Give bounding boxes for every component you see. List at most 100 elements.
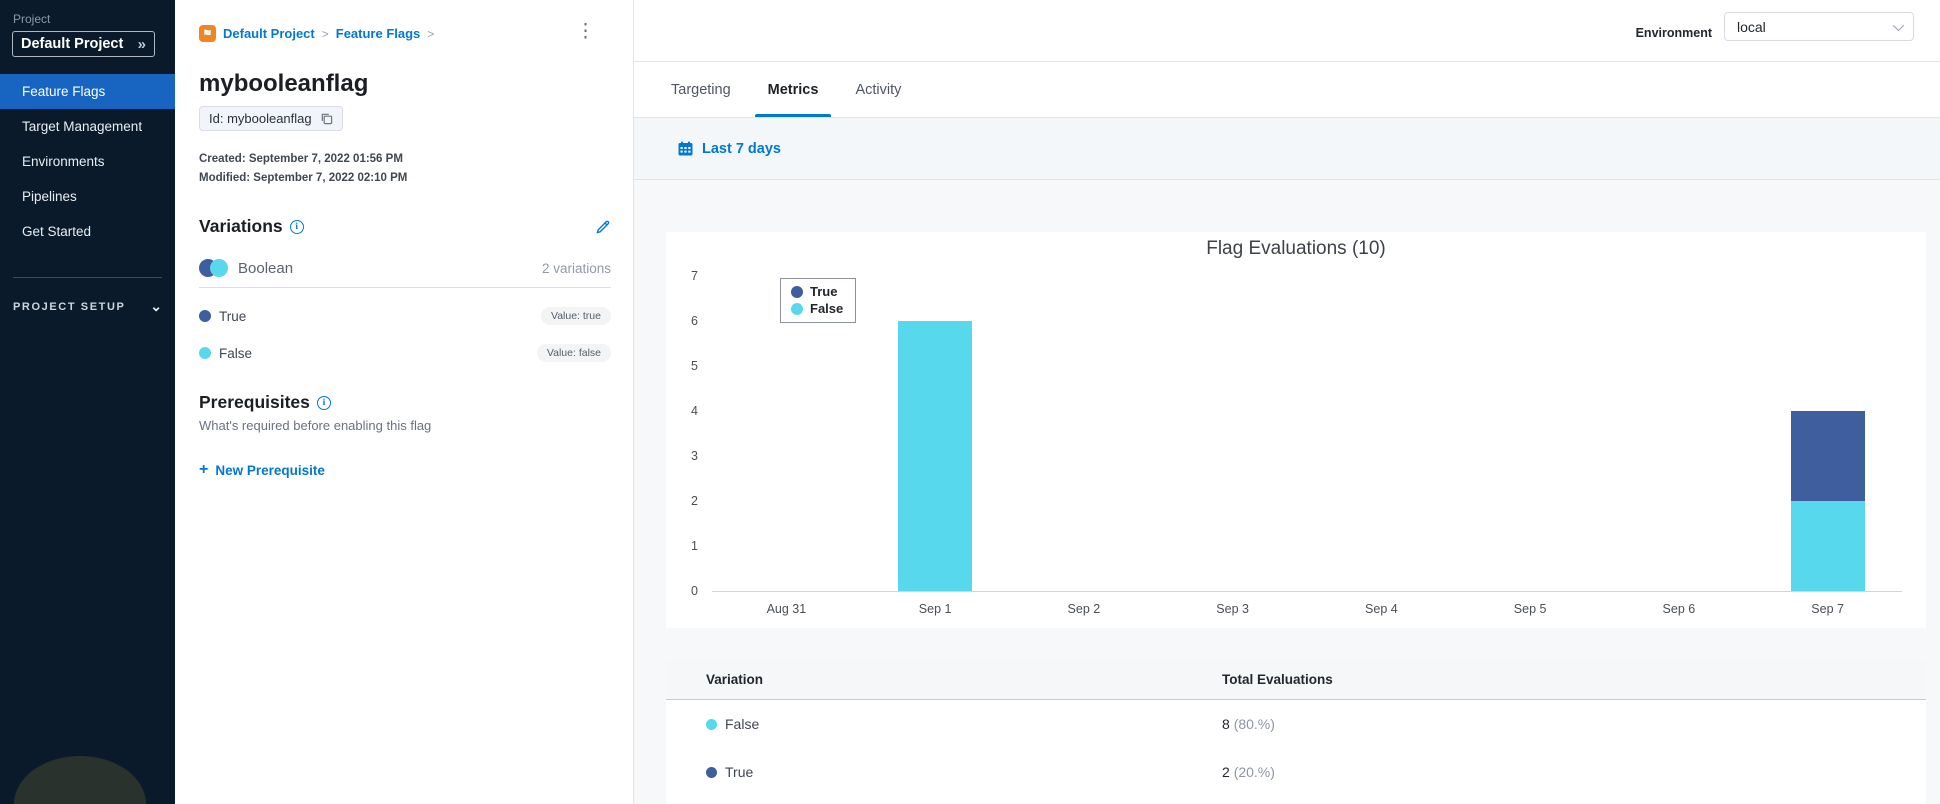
sidebar-item-target-management[interactable]: Target Management [0,109,175,144]
flag-created-date: Created: September 7, 2022 01:56 PM [199,153,403,165]
x-axis-label: Sep 3 [1216,602,1249,616]
flag-id-chip[interactable]: Id: mybooleanflag [199,106,343,131]
environment-dropdown[interactable]: local [1724,12,1914,41]
legend-label: False [810,301,844,316]
legend-dot [791,285,803,298]
variation-name: True [725,764,754,780]
bar-true-sep-7 [1790,411,1865,501]
variations-header: Variations i [199,216,611,237]
total-percentage: (80.%) [1233,716,1275,732]
bar-false-sep-1 [898,321,973,591]
y-axis-tick: 7 [691,269,698,283]
legend-label: True [810,284,838,299]
sidebar-item-environments[interactable]: Environments [0,144,175,179]
y-axis-tick: 1 [691,539,698,553]
table-col-total: Total Evaluations [1222,672,1333,687]
info-icon[interactable]: i [289,219,304,234]
chart-title: Flag Evaluations (10) [1206,238,1386,259]
variation-type-label: Boolean [238,259,294,277]
chevron-down-icon: ⌄ [150,298,162,314]
breadcrumb: Default Project > Feature Flags > [199,25,611,42]
chart-legend: True False [780,278,857,323]
help-widget-bubble[interactable] [14,756,146,804]
chevron-down-icon [1892,19,1905,31]
sidebar-item-project-setup[interactable]: PROJECT SETUP ⌄ [13,298,162,315]
environment-label: Environment [1635,26,1712,40]
calendar-icon [678,141,693,156]
date-range-picker[interactable]: Last 7 days [634,117,1940,180]
flag-tabs: Targeting Metrics Activity [634,62,903,117]
variation-name: False [219,345,253,361]
flag-evaluations-chart: Flag Evaluations (10) 0 1 2 3 4 5 6 7 Aug 31 Sep … [666,232,1926,628]
table-row-false: False 8 (80.%) [666,700,1926,748]
x-axis-label: Sep 1 [918,602,952,616]
boolean-type-icon [199,259,228,277]
project-label: Project [13,12,51,26]
project-setup-label: PROJECT SETUP [13,300,126,313]
kebab-menu-icon[interactable]: ⋮ [576,22,595,41]
flag-id-text: Id: mybooleanflag [209,111,312,126]
y-axis-tick: 2 [691,494,698,508]
breadcrumb-link-feature-flags[interactable]: Feature Flags [336,26,421,41]
table-col-variation: Variation [706,672,764,687]
date-range-label: Last 7 days [702,140,781,157]
sidebar-divider [13,277,162,278]
copy-icon[interactable] [320,112,333,125]
new-prerequisite-label: New Prerequisite [215,462,325,478]
breadcrumb-separator: > [321,26,329,41]
variations-title: Variations [199,216,283,236]
breadcrumb-separator: > [427,26,435,41]
variation-dot [706,718,717,730]
total-percentage: (20.%) [1233,764,1275,780]
legend-item-true: True [791,284,843,299]
table-cell-total: 8 (80.%) [1222,716,1275,732]
legend-item-false: False [791,301,843,316]
project-selector[interactable]: Default Project » [12,31,155,57]
x-axis-label: Aug 31 [766,602,807,616]
tab-activity[interactable]: Activity [853,62,903,117]
double-chevron-icon: » [137,35,146,53]
prerequisites-title: Prerequisites [199,392,310,412]
x-axis-label: Sep 4 [1365,602,1398,616]
table-cell-total: 2 (20.%) [1222,764,1275,780]
variation-list: True Value: true False Value: false [199,307,611,362]
environment-dropdown-value: local [1737,18,1766,35]
variation-dot [199,310,211,322]
table-cell-variation: False [706,716,1222,732]
x-axis-label: Sep 6 [1662,602,1696,616]
sidebar-item-get-started[interactable]: Get Started [0,214,175,249]
bar-false-sep-7 [1790,501,1865,591]
edit-variations-pencil-icon[interactable] [595,219,611,235]
new-prerequisite-button[interactable]: + New Prerequisite [199,461,325,479]
chart-plot-area: 0 1 2 3 4 5 6 7 Aug 31 Sep 1 Sep 2 Sep 3 Sep 4 Sep 5 S… [691,269,1902,616]
project-selector-value: Default Project [21,36,124,52]
tab-metrics[interactable]: Metrics [754,62,832,117]
variation-value-chip: Value: false [536,344,611,362]
variation-row-false: False Value: false [199,344,611,362]
variation-row-true: True Value: true [199,307,611,325]
sidebar-item-pipelines[interactable]: Pipelines [0,179,175,214]
sidebar-item-feature-flags[interactable]: Feature Flags [0,74,175,109]
variation-value-chip: Value: true [540,307,611,325]
flag-modified-date: Modified: September 7, 2022 02:10 PM [199,172,408,184]
variation-dot [199,347,211,359]
y-axis-tick: 5 [691,359,698,373]
y-axis-tick: 3 [691,449,698,463]
environment-bar: Environment local [634,0,1940,62]
tab-targeting[interactable]: Targeting [669,62,733,117]
prerequisites-subtitle: What's required before enabling this fla… [199,418,432,433]
x-axis-label: Sep 5 [1513,602,1547,616]
sidebar-nav: Feature Flags Target Management Environmen… [0,74,175,249]
table-cell-variation: True [706,764,1222,780]
y-axis-tick: 4 [691,404,698,418]
variations-divider [199,287,611,288]
variation-name: True [219,308,247,324]
breadcrumb-link-project[interactable]: Default Project [223,26,315,41]
evaluations-table: Variation Total Evaluations False 8 (80.%… [666,660,1926,804]
x-axis-label: Sep 7 [1811,602,1844,616]
flag-title: mybooleanflag [199,70,369,97]
table-body: False 8 (80.%) True 2 (20.%) [666,700,1926,796]
info-icon[interactable]: i [316,395,331,410]
table-header-row: Variation Total Evaluations [666,660,1926,700]
legend-dot [791,302,803,315]
